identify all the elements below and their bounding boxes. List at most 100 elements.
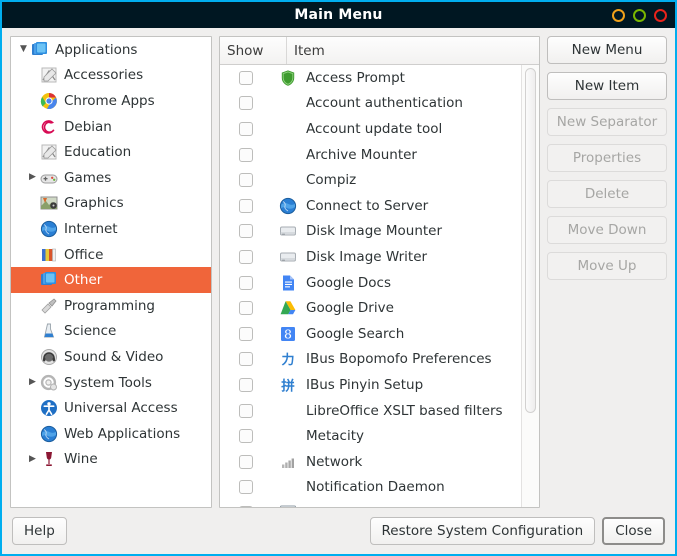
accessibility-icon xyxy=(40,399,58,417)
table-row[interactable]: 拼IBus Pinyin Setup xyxy=(220,372,521,398)
show-checkbox[interactable] xyxy=(239,122,253,136)
show-checkbox[interactable] xyxy=(239,224,253,238)
tree-item-programming[interactable]: Programming xyxy=(11,293,211,319)
restore-system-configuration-button[interactable]: Restore System Configuration xyxy=(370,517,596,545)
show-checkbox[interactable] xyxy=(239,276,253,290)
show-checkbox[interactable] xyxy=(239,173,253,187)
no-icon-placeholder xyxy=(278,146,298,164)
item-label: Metacity xyxy=(306,428,364,444)
tree-item-internet[interactable]: Internet xyxy=(11,216,211,242)
show-checkbox[interactable] xyxy=(239,480,253,494)
show-checkbox-cell[interactable] xyxy=(220,301,272,315)
column-header-show[interactable]: Show xyxy=(220,37,287,64)
table-row[interactable]: Connect to Server xyxy=(220,193,521,219)
bottom-right-buttons: Restore System Configuration Close xyxy=(370,517,665,545)
title-bar[interactable]: Main Menu xyxy=(2,2,675,28)
show-checkbox[interactable] xyxy=(239,96,253,110)
show-checkbox-cell[interactable] xyxy=(220,250,272,264)
show-checkbox-cell[interactable] xyxy=(220,455,272,469)
close-button[interactable]: Close xyxy=(602,517,665,545)
vertical-scrollbar[interactable] xyxy=(521,65,539,507)
table-row[interactable]: Network xyxy=(220,449,521,475)
tree-item-accessories[interactable]: Accessories xyxy=(11,63,211,89)
show-checkbox-cell[interactable] xyxy=(220,148,272,162)
table-row[interactable]: Account update tool xyxy=(220,116,521,142)
show-checkbox-cell[interactable] xyxy=(220,352,272,366)
show-checkbox-cell[interactable] xyxy=(220,276,272,290)
show-checkbox-cell[interactable] xyxy=(220,71,272,85)
show-checkbox[interactable] xyxy=(239,301,253,315)
tree-item-applications[interactable]: ▼Applications xyxy=(11,37,211,63)
table-row[interactable]: Metacity xyxy=(220,423,521,449)
table-row[interactable]: 8Google Search xyxy=(220,321,521,347)
tree-item-label: Other xyxy=(64,272,102,288)
new-item-button[interactable]: New Item xyxy=(547,72,667,100)
chevron-right-icon[interactable]: ▶ xyxy=(26,378,39,387)
new-menu-button[interactable]: New Menu xyxy=(547,36,667,64)
table-row[interactable]: Access Prompt xyxy=(220,65,521,91)
show-checkbox[interactable] xyxy=(239,199,253,213)
tree-item-universal-access[interactable]: Universal Access xyxy=(11,395,211,421)
show-checkbox-cell[interactable] xyxy=(220,96,272,110)
show-checkbox[interactable] xyxy=(239,148,253,162)
maximize-button[interactable] xyxy=(633,9,646,22)
table-row[interactable]: Google Drive xyxy=(220,295,521,321)
table-row[interactable]: Archive Mounter xyxy=(220,142,521,168)
tree-item-system-tools[interactable]: ▶System Tools xyxy=(11,370,211,396)
show-checkbox-cell[interactable] xyxy=(220,429,272,443)
accessories-icon xyxy=(40,143,58,161)
show-checkbox[interactable] xyxy=(239,352,253,366)
show-checkbox[interactable] xyxy=(239,71,253,85)
tree-item-games[interactable]: ▶Games xyxy=(11,165,211,191)
tree-item-graphics[interactable]: Graphics xyxy=(11,191,211,217)
menu-tree[interactable]: ▼ApplicationsAccessoriesChrome AppsDebia… xyxy=(10,36,212,508)
tree-item-label: Sound & Video xyxy=(64,349,163,365)
table-row[interactable]: Google Docs xyxy=(220,270,521,296)
table-row[interactable]: Disk Image Writer xyxy=(220,244,521,270)
table-row[interactable]: Open JDK Java 7 Runtime xyxy=(220,500,521,507)
show-checkbox[interactable] xyxy=(239,378,253,392)
tree-item-science[interactable]: Science xyxy=(11,319,211,345)
help-button[interactable]: Help xyxy=(12,517,67,545)
tree-item-office[interactable]: Office xyxy=(11,242,211,268)
show-checkbox-cell[interactable] xyxy=(220,327,272,341)
table-row[interactable]: LibreOffice XSLT based filters xyxy=(220,398,521,424)
minimize-button[interactable] xyxy=(612,9,625,22)
table-row[interactable]: Compiz xyxy=(220,167,521,193)
chevron-right-icon[interactable]: ▶ xyxy=(26,455,39,464)
show-checkbox-cell[interactable] xyxy=(220,199,272,213)
show-checkbox-cell[interactable] xyxy=(220,506,272,507)
show-checkbox[interactable] xyxy=(239,455,253,469)
show-checkbox-cell[interactable] xyxy=(220,173,272,187)
chevron-right-icon[interactable]: ▶ xyxy=(26,173,39,182)
show-checkbox-cell[interactable] xyxy=(220,480,272,494)
show-checkbox[interactable] xyxy=(239,429,253,443)
show-checkbox[interactable] xyxy=(239,327,253,341)
no-icon-placeholder xyxy=(278,171,298,189)
show-checkbox-cell[interactable] xyxy=(220,224,272,238)
table-row[interactable]: Disk Image Mounter xyxy=(220,219,521,245)
close-window-button[interactable] xyxy=(654,9,667,22)
show-checkbox-cell[interactable] xyxy=(220,378,272,392)
tree-item-chrome-apps[interactable]: Chrome Apps xyxy=(11,88,211,114)
table-row[interactable]: Account authentication xyxy=(220,91,521,117)
show-checkbox[interactable] xyxy=(239,506,253,507)
main-menu-window: Main Menu ▼ApplicationsAccessoriesChrome… xyxy=(0,0,677,556)
tree-item-other[interactable]: Other xyxy=(11,267,211,293)
column-header-item[interactable]: Item xyxy=(287,37,539,64)
show-checkbox-cell[interactable] xyxy=(220,122,272,136)
tree-item-web-applications[interactable]: Web Applications xyxy=(11,421,211,447)
tree-item-debian[interactable]: Debian xyxy=(11,114,211,140)
chevron-down-icon[interactable]: ▼ xyxy=(17,45,30,54)
chrome-icon xyxy=(40,92,58,110)
show-checkbox[interactable] xyxy=(239,404,253,418)
table-row[interactable]: 力IBus Bopomofo Preferences xyxy=(220,347,521,373)
show-checkbox-cell[interactable] xyxy=(220,404,272,418)
tree-item-sound-video[interactable]: Sound & Video xyxy=(11,344,211,370)
tree-item-education[interactable]: Education xyxy=(11,139,211,165)
table-row[interactable]: Notification Daemon xyxy=(220,475,521,501)
tree-item-wine[interactable]: ▶Wine xyxy=(11,447,211,473)
scrollbar-thumb[interactable] xyxy=(525,68,536,413)
show-checkbox[interactable] xyxy=(239,250,253,264)
globe-icon xyxy=(40,425,58,443)
